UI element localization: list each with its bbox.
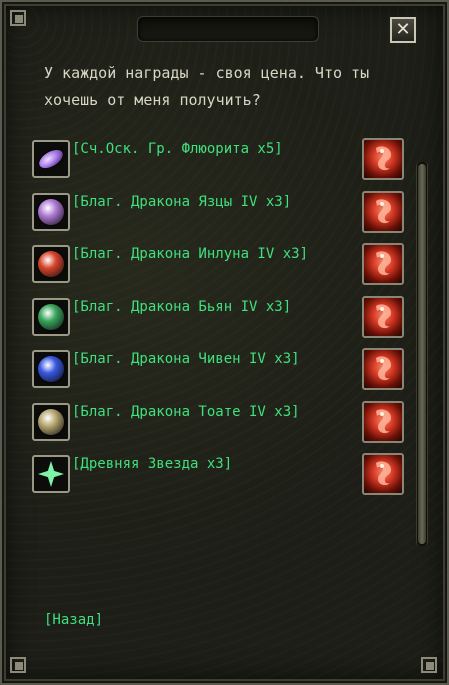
claim-reward-button[interactable] bbox=[362, 453, 404, 495]
dragon-orb-blue-icon[interactable] bbox=[32, 350, 70, 388]
npc-dialog-text: У каждой награды - своя цена. Что ты хоч… bbox=[44, 64, 370, 109]
claim-reward-button[interactable] bbox=[362, 400, 404, 443]
reward-item-link[interactable]: [Древняя Звезда x3] bbox=[72, 455, 232, 473]
reward-item-link[interactable]: [Благ. Дракона Тоате IV x3] bbox=[72, 403, 300, 421]
close-icon: ✕ bbox=[395, 19, 411, 40]
close-button[interactable]: ✕ bbox=[390, 17, 416, 43]
dragon-claim-icon bbox=[368, 195, 398, 229]
gem-shape bbox=[38, 461, 64, 487]
corner-ornament-icon bbox=[8, 655, 30, 677]
reward-row: [Благ. Дракона Чивен IV x3] bbox=[32, 348, 408, 394]
gem-shape bbox=[38, 198, 64, 225]
reward-row: [Благ. Дракона Язцы IV x3] bbox=[32, 190, 408, 237]
dragon-claim-icon bbox=[368, 405, 398, 439]
claim-reward-button[interactable] bbox=[362, 138, 404, 180]
claim-reward-button[interactable] bbox=[362, 348, 404, 390]
npc-reward-window: ✕ У каждой награды - своя цена. Что ты х… bbox=[0, 0, 449, 685]
claim-reward-button[interactable] bbox=[362, 295, 404, 338]
gem-shape bbox=[38, 303, 64, 330]
dragon-orb-gold-icon[interactable] bbox=[32, 402, 70, 441]
ancient-star-icon[interactable] bbox=[32, 455, 70, 493]
gem-shape bbox=[38, 251, 64, 277]
dragon-claim-icon bbox=[368, 300, 398, 334]
back-link[interactable]: [Назад] bbox=[44, 612, 103, 628]
reward-row: [Благ. Дракона Бьян IV x3] bbox=[32, 295, 408, 342]
reward-row: [Благ. Дракона Инлуна IV x3] bbox=[32, 243, 408, 289]
reward-item-link[interactable]: [Благ. Дракона Бьян IV x3] bbox=[72, 298, 291, 316]
gem-shape bbox=[38, 356, 64, 382]
dragon-claim-icon bbox=[368, 247, 398, 281]
claim-reward-button[interactable] bbox=[362, 190, 404, 233]
reward-row: [Сч.Оск. Гр. Флюорита x5] bbox=[32, 138, 408, 184]
corner-ornament-icon bbox=[8, 8, 30, 30]
claim-reward-button[interactable] bbox=[362, 243, 404, 285]
reward-item-link[interactable]: [Благ. Дракона Инлуна IV x3] bbox=[72, 245, 308, 263]
reward-item-link[interactable]: [Благ. Дракона Язцы IV x3] bbox=[72, 193, 291, 211]
dragon-orb-red-icon[interactable] bbox=[32, 245, 70, 283]
dragon-orb-purple-icon[interactable] bbox=[32, 192, 70, 231]
fluorite-shard-icon[interactable] bbox=[32, 140, 70, 178]
gem-shape bbox=[38, 408, 64, 435]
reward-row: [Древняя Звезда x3] bbox=[32, 453, 408, 499]
scrollbar[interactable] bbox=[416, 162, 428, 546]
window-title-bar bbox=[137, 16, 319, 42]
dragon-claim-icon bbox=[368, 142, 398, 176]
scrollbar-thumb[interactable] bbox=[418, 164, 426, 544]
reward-row: [Благ. Дракона Тоате IV x3] bbox=[32, 400, 408, 447]
gem-shape bbox=[36, 145, 66, 173]
dragon-claim-icon bbox=[368, 457, 398, 491]
dragon-orb-green-icon[interactable] bbox=[32, 297, 70, 336]
reward-item-link[interactable]: [Сч.Оск. Гр. Флюорита x5] bbox=[72, 140, 283, 158]
corner-ornament-icon bbox=[419, 655, 441, 677]
reward-item-link[interactable]: [Благ. Дракона Чивен IV x3] bbox=[72, 350, 300, 368]
dragon-claim-icon bbox=[368, 352, 398, 386]
